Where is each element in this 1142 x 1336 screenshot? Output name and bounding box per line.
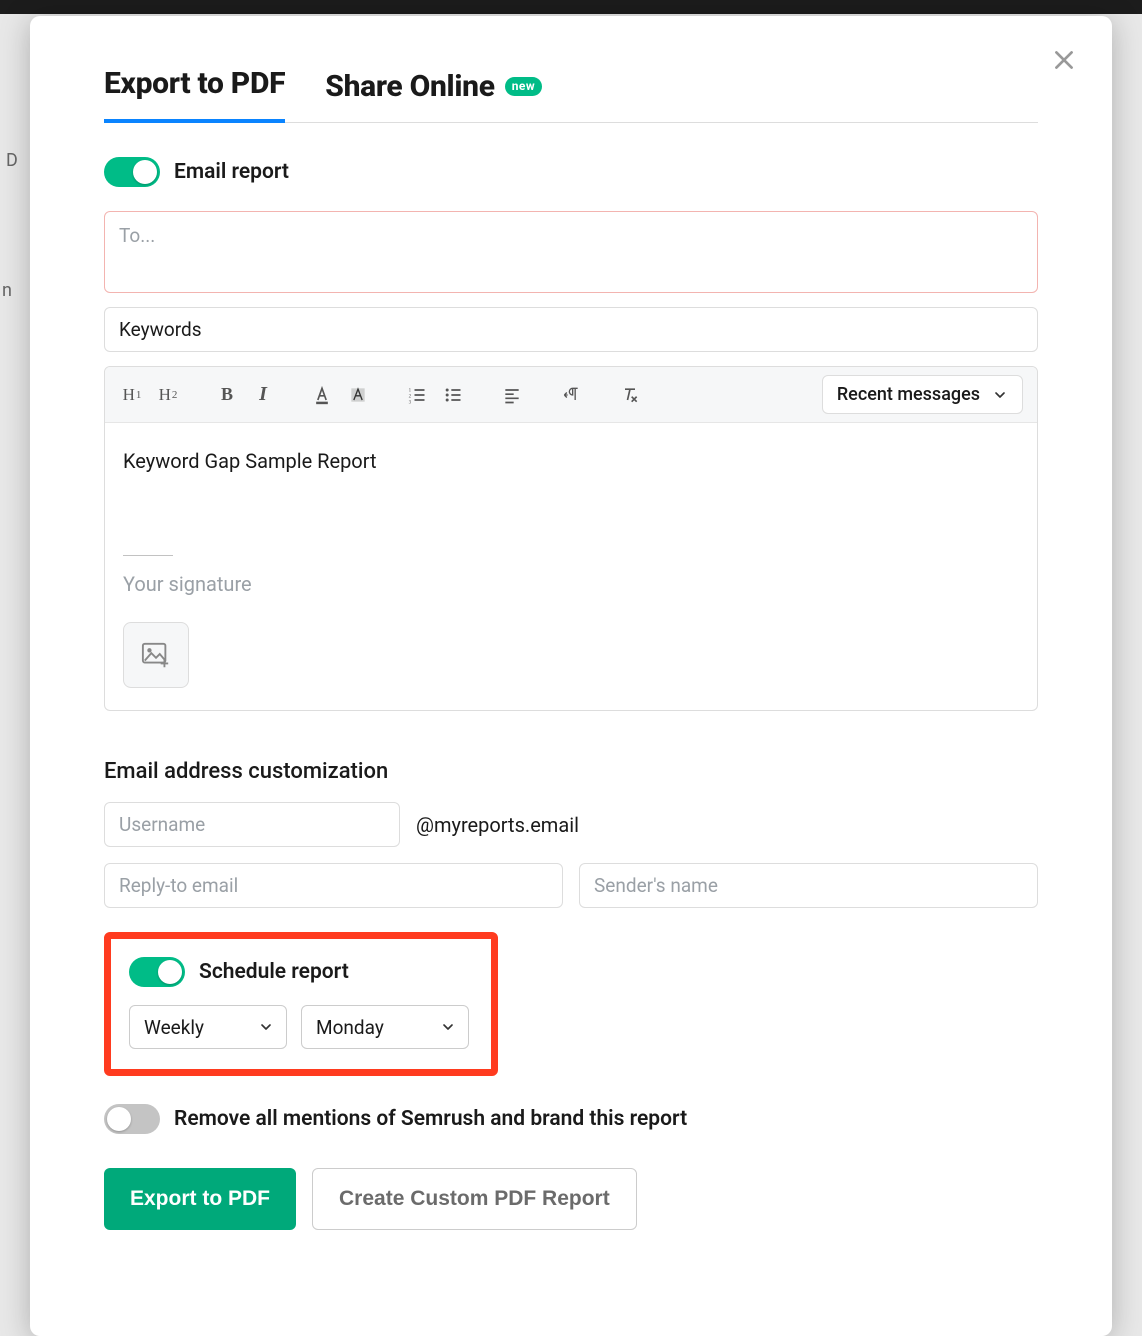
email-report-row: Email report bbox=[104, 157, 1038, 187]
create-custom-report-button[interactable]: Create Custom PDF Report bbox=[312, 1168, 637, 1230]
branding-label: Remove all mentions of Semrush and brand… bbox=[174, 1107, 687, 1131]
chevron-down-icon bbox=[440, 1019, 456, 1035]
select-value: Weekly bbox=[144, 1016, 204, 1039]
reply-to-field[interactable] bbox=[104, 863, 563, 908]
schedule-frequency-select[interactable]: Weekly bbox=[129, 1005, 287, 1049]
tab-label: Export to PDF bbox=[104, 66, 285, 101]
branding-row: Remove all mentions of Semrush and brand… bbox=[104, 1104, 1038, 1134]
chevron-down-icon bbox=[258, 1019, 274, 1035]
new-badge: new bbox=[505, 77, 543, 96]
toggle-knob bbox=[158, 960, 182, 984]
schedule-report-toggle[interactable] bbox=[129, 957, 185, 987]
email-subject-field[interactable] bbox=[104, 307, 1038, 352]
domain-suffix: @myreports.email bbox=[416, 813, 579, 837]
customization-title: Email address customization bbox=[104, 759, 1038, 784]
tab-share-online[interactable]: Share Online new bbox=[325, 69, 542, 122]
align-left-icon bbox=[502, 385, 522, 405]
bullet-list-button[interactable] bbox=[440, 380, 466, 410]
highlight-icon bbox=[348, 385, 368, 405]
toggle-knob bbox=[133, 160, 157, 184]
toggle-knob bbox=[107, 1107, 131, 1131]
dark-top-strip bbox=[0, 0, 1142, 14]
email-to-field[interactable]: To... bbox=[104, 211, 1038, 293]
bg-text: n bbox=[2, 280, 12, 301]
select-value: Monday bbox=[316, 1016, 384, 1039]
close-button[interactable] bbox=[1046, 42, 1082, 78]
bullet-list-icon bbox=[443, 385, 463, 405]
signature-placeholder: Your signature bbox=[123, 572, 1019, 596]
ordered-list-button[interactable]: 1 2 3 bbox=[404, 380, 430, 410]
editor-body[interactable]: Keyword Gap Sample Report Your signature bbox=[105, 423, 1037, 710]
h1-button[interactable]: H1 bbox=[119, 380, 145, 410]
svg-text:3: 3 bbox=[409, 400, 412, 405]
recent-messages-label: Recent messages bbox=[837, 384, 980, 405]
email-report-label: Email report bbox=[174, 160, 289, 184]
close-icon bbox=[1051, 47, 1077, 73]
customization-fields: @myreports.email bbox=[104, 802, 1038, 908]
rich-editor: H1 H2 B I bbox=[104, 366, 1038, 711]
chevron-down-icon bbox=[992, 387, 1008, 403]
bold-button[interactable]: B bbox=[214, 380, 240, 410]
h2-button[interactable]: H2 bbox=[155, 380, 181, 410]
schedule-day-select[interactable]: Monday bbox=[301, 1005, 469, 1049]
sender-name-field[interactable] bbox=[579, 863, 1038, 908]
align-button[interactable] bbox=[499, 380, 525, 410]
branding-toggle[interactable] bbox=[104, 1104, 160, 1134]
svg-text:2: 2 bbox=[409, 394, 412, 399]
modal-tabs: Export to PDF Share Online new bbox=[104, 66, 1038, 123]
placeholder-text: To... bbox=[119, 224, 155, 247]
pilcrow-icon bbox=[561, 385, 581, 405]
export-to-pdf-button[interactable]: Export to PDF bbox=[104, 1168, 296, 1230]
ordered-list-icon: 1 2 3 bbox=[407, 385, 427, 405]
button-label: Export to PDF bbox=[130, 1187, 270, 1210]
image-add-icon bbox=[141, 641, 171, 669]
schedule-report-label: Schedule report bbox=[199, 960, 349, 984]
tab-export-pdf[interactable]: Export to PDF bbox=[104, 66, 285, 123]
clear-format-button[interactable] bbox=[617, 380, 643, 410]
editor-content-text: Keyword Gap Sample Report bbox=[123, 449, 1019, 473]
clear-format-icon bbox=[620, 385, 640, 405]
text-color-icon bbox=[312, 385, 332, 405]
email-report-toggle[interactable] bbox=[104, 157, 160, 187]
button-label: Create Custom PDF Report bbox=[339, 1187, 610, 1210]
direction-button[interactable] bbox=[558, 380, 584, 410]
recent-messages-select[interactable]: Recent messages bbox=[822, 375, 1023, 414]
action-buttons: Export to PDF Create Custom PDF Report bbox=[104, 1168, 1038, 1230]
bg-text: D bbox=[6, 150, 18, 171]
svg-text:1: 1 bbox=[409, 388, 412, 393]
italic-button[interactable]: I bbox=[250, 380, 276, 410]
editor-toolbar: H1 H2 B I bbox=[105, 367, 1037, 423]
highlight-button[interactable] bbox=[345, 380, 371, 410]
export-modal: Export to PDF Share Online new Email rep… bbox=[30, 16, 1112, 1336]
text-color-button[interactable] bbox=[309, 380, 335, 410]
username-field[interactable] bbox=[104, 802, 400, 847]
tab-label: Share Online bbox=[325, 69, 494, 104]
insert-image-button[interactable] bbox=[123, 622, 189, 688]
signature-divider bbox=[123, 555, 173, 556]
schedule-highlight-box: Schedule report Weekly Monday bbox=[104, 932, 498, 1076]
